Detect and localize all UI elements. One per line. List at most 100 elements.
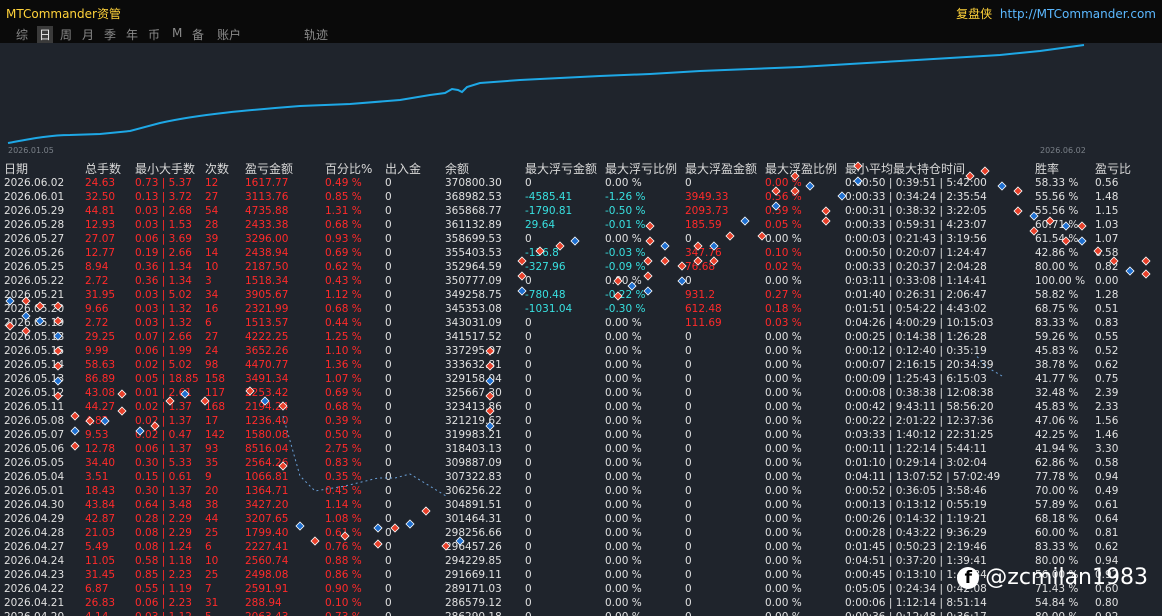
table-row[interactable]: 2026.05.29 44.81 0.03 | 2.68 54 4735.88 1.31 … <box>0 204 1162 218</box>
table-cell: 41.94 % <box>1035 443 1079 455</box>
table-cell: 2187.50 <box>245 261 289 273</box>
table-cell: 0.61 % <box>325 527 362 539</box>
tab-year[interactable]: 年 <box>126 26 138 43</box>
table-cell: 2227.41 <box>245 541 289 553</box>
table-cell: 0.00 % <box>765 359 802 371</box>
brand-url[interactable]: http://MTCommander.com <box>1000 7 1156 21</box>
table-cell: 2026.04.29 <box>4 513 65 525</box>
table-row[interactable]: 2026.04.20 4.14 0.03 | 1.12 5 2063.43 0.73 % 0… <box>0 610 1162 616</box>
col-percent[interactable]: 百分比% <box>325 160 372 177</box>
table-row[interactable]: 2026.05.27 27.07 0.06 | 3.69 39 3296.00 0.93 … <box>0 232 1162 246</box>
table-row[interactable]: 2026.06.01 32.50 0.13 | 3.72 27 3113.76 0.85 … <box>0 190 1162 204</box>
col-total-lots[interactable]: 总手数 <box>85 160 121 177</box>
table-cell: 45.83 % <box>1035 401 1079 413</box>
tab-notes[interactable]: 备 <box>192 26 204 43</box>
table-cell: -1.26 % <box>605 191 646 203</box>
table-cell: 0.00 % <box>765 387 802 399</box>
table-cell: 34.40 <box>85 457 116 469</box>
col-min-max-lots[interactable]: 最小大手数 <box>135 160 195 177</box>
table-cell: 321219.62 <box>445 415 502 427</box>
table-cell: 1.07 <box>1095 233 1119 245</box>
table-row[interactable]: 2026.05.22 2.72 0.36 | 1.34 3 1518.34 0.43 % 0… <box>0 274 1162 288</box>
table-cell: 2026.05.15 <box>4 345 65 357</box>
table-cell: 2026.04.21 <box>4 597 65 609</box>
table-cell: 0.10 % <box>765 247 802 259</box>
col-max-float-profit-pct[interactable]: 最大浮盈比例 <box>765 160 837 177</box>
brand-link[interactable]: 复盘侠 http://MTCommander.com <box>956 5 1156 22</box>
table-row[interactable]: 2026.04.30 43.84 0.64 | 3.48 38 3427.20 1.14 … <box>0 498 1162 512</box>
col-win-rate[interactable]: 胜率 <box>1035 160 1059 177</box>
table-row[interactable]: 2026.05.19 2.72 0.03 | 1.32 6 1513.57 0.44 % 0… <box>0 316 1162 330</box>
table-cell: 93 <box>205 443 219 455</box>
tab-m[interactable]: M <box>172 26 182 40</box>
table-row[interactable]: 2026.05.05 34.40 0.30 | 5.33 35 2564.26 0.83 … <box>0 456 1162 470</box>
table-cell: 2026.04.28 <box>4 527 65 539</box>
col-max-float-loss-pct[interactable]: 最大浮亏比例 <box>605 160 677 177</box>
table-cell: 0 <box>685 415 692 427</box>
tab-overview[interactable]: 综 <box>16 26 28 43</box>
table-cell: 70.00 % <box>1035 485 1079 497</box>
tab-account[interactable]: 账户 <box>217 26 241 43</box>
table-row[interactable]: 2026.04.29 42.87 0.28 | 2.29 44 3207.65 1.08 … <box>0 512 1162 526</box>
table-cell: 1.56 <box>1095 415 1119 427</box>
table-row[interactable]: 2026.05.12 43.08 0.01 | 2.61 117 2253.42 0.69… <box>0 386 1162 400</box>
table-cell: 1.48 <box>1095 191 1119 203</box>
col-max-float-loss[interactable]: 最大浮亏金额 <box>525 160 597 177</box>
col-date[interactable]: 日期 <box>4 160 28 177</box>
table-cell: 0 <box>685 569 692 581</box>
table-cell: 80.00 % <box>1035 261 1079 273</box>
table-cell: 0 <box>385 555 392 567</box>
col-balance[interactable]: 余额 <box>445 160 469 177</box>
table-row[interactable]: 2026.05.14 58.63 0.02 | 5.02 98 4470.77 1.36 … <box>0 358 1162 372</box>
table-row[interactable]: 2026.05.18 29.25 0.07 | 2.66 27 4222.25 1.25 … <box>0 330 1162 344</box>
table-row[interactable]: 2026.05.06 12.78 0.06 | 1.37 93 8516.04 2.75 … <box>0 442 1162 456</box>
table-cell: 0:00:26 | 0:14:32 | 1:19:21 <box>845 513 987 525</box>
table-row[interactable]: 2026.05.08 4.82 0.02 | 1.37 17 1236.40 0.39 %… <box>0 414 1162 428</box>
table-row[interactable]: 2026.05.25 8.94 0.36 | 1.34 10 2187.50 0.62 %… <box>0 260 1162 274</box>
table-row[interactable]: 2026.05.01 18.43 0.30 | 1.37 20 1364.71 0.45 … <box>0 484 1162 498</box>
table-row[interactable]: 2026.05.28 12.93 0.03 | 1.53 28 2433.38 0.68 … <box>0 218 1162 232</box>
col-deposit[interactable]: 出入金 <box>385 160 421 177</box>
col-pnl[interactable]: 盈亏金额 <box>245 160 293 177</box>
table-cell: 0.00 % <box>605 331 642 343</box>
tab-week[interactable]: 周 <box>60 26 72 43</box>
table-row[interactable]: 2026.05.04 3.51 0.15 | 0.61 9 1066.81 0.35 % 0… <box>0 470 1162 484</box>
table-row[interactable]: 2026.05.20 9.66 0.03 | 1.32 16 2321.99 0.68 %… <box>0 302 1162 316</box>
table-row[interactable]: 2026.05.15 9.99 0.06 | 1.99 24 3652.26 1.10 %… <box>0 344 1162 358</box>
tab-quarter[interactable]: 季 <box>104 26 116 43</box>
table-row[interactable]: 2026.05.13 86.89 0.05 | 18.85 158 3491.34 1.0… <box>0 372 1162 386</box>
col-max-float-profit[interactable]: 最大浮盈金额 <box>685 160 757 177</box>
table-cell: 0 <box>685 443 692 455</box>
table-cell: 0.00 % <box>765 177 802 189</box>
table-cell: 185.59 <box>685 219 722 231</box>
table-cell: 4.14 <box>85 610 108 616</box>
table-row[interactable]: 2026.05.21 31.95 0.03 | 5.02 34 3905.67 1.12 … <box>0 288 1162 302</box>
col-count[interactable]: 次数 <box>205 160 229 177</box>
table-cell: 0.06 | 1.37 <box>135 443 192 455</box>
col-pnl-ratio[interactable]: 盈亏比 <box>1095 160 1131 177</box>
table-cell: 931.2 <box>685 289 716 301</box>
table-cell: 0 <box>525 499 532 511</box>
table-cell: 12 <box>205 177 219 189</box>
tab-day[interactable]: 日 <box>37 26 54 43</box>
table-row[interactable]: 2026.04.28 21.03 0.08 | 2.29 25 1799.40 0.61 … <box>0 526 1162 540</box>
table-cell: 6 <box>205 317 212 329</box>
table-cell: 0 <box>685 331 692 343</box>
table-cell: 0.94 <box>1095 471 1119 483</box>
table-row[interactable]: 2026.05.07 9.53 0.02 | 0.47 142 1580.08 0.50 … <box>0 428 1162 442</box>
table-cell: 0.02 % <box>765 261 802 273</box>
col-hold-time[interactable]: 最小平均最大持仓时间 <box>845 160 965 177</box>
tab-trajectory[interactable]: 轨迹 <box>304 26 328 43</box>
table-cell: 0.00 % <box>605 275 642 287</box>
table-cell: 0.00 % <box>765 485 802 497</box>
table-cell: 0:00:31 | 0:38:32 | 3:22:05 <box>845 205 987 217</box>
table-row[interactable]: 2026.05.26 12.77 0.19 | 2.66 14 2438.94 0.69 … <box>0 246 1162 260</box>
tab-month[interactable]: 月 <box>82 26 94 43</box>
table-row[interactable]: 2026.04.27 5.49 0.08 | 1.24 6 2227.41 0.76 % 0… <box>0 540 1162 554</box>
table-cell: 0.00 % <box>605 597 642 609</box>
table-row[interactable]: 2026.05.11 44.27 0.02 | 1.37 168 2194.24 0.68… <box>0 400 1162 414</box>
table-cell: 42.87 <box>85 513 116 525</box>
tab-currency[interactable]: 币 <box>148 26 160 43</box>
table-row[interactable]: 2026.06.02 24.63 0.73 | 5.37 12 1617.77 0.49 … <box>0 176 1162 190</box>
table-row[interactable]: 2026.04.21 26.83 0.06 | 2.23 31 288.94 0.10 %… <box>0 596 1162 610</box>
